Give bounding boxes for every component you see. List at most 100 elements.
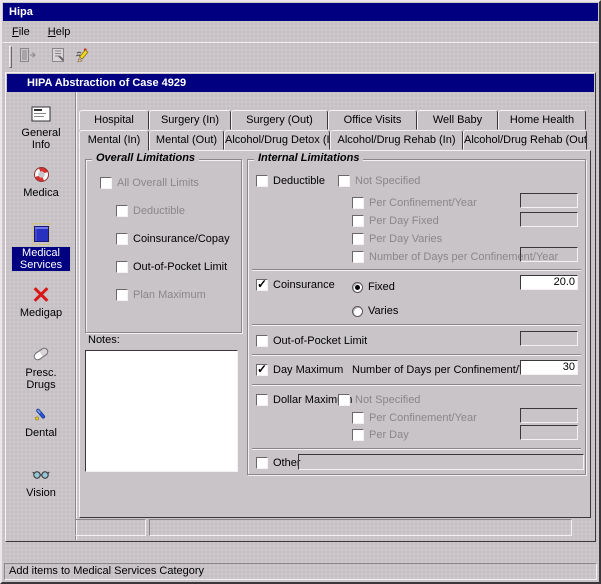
sidebar-item-label: Vision bbox=[12, 487, 70, 499]
sidebar-item-medica[interactable]: Medica bbox=[7, 164, 75, 224]
capsule-icon bbox=[33, 344, 49, 364]
varies-radio[interactable] bbox=[352, 306, 363, 317]
dollar-per-day-checkbox[interactable] bbox=[352, 429, 364, 441]
all-overall-limits-row: All Overall Limits bbox=[100, 176, 199, 190]
tab-alcohol-drug-rehab-in[interactable]: Alcohol/Drug Rehab (In) bbox=[330, 130, 463, 150]
form-icon bbox=[50, 47, 66, 66]
oop-limit-field[interactable] bbox=[520, 331, 578, 346]
menu-help[interactable]: Help bbox=[39, 24, 80, 40]
other-checkbox[interactable] bbox=[256, 457, 268, 469]
overall-limitations-group: Overall Limitations All Overall Limits D… bbox=[85, 159, 242, 333]
toolbar-grip[interactable] bbox=[9, 46, 12, 68]
category-sidebar: General Info Medica Medical Services Med… bbox=[7, 92, 75, 540]
coinsurance-checkbox[interactable] bbox=[256, 279, 268, 291]
tab-well-baby[interactable]: Well Baby bbox=[417, 110, 498, 130]
other-row: Other bbox=[256, 456, 301, 470]
separator bbox=[252, 448, 581, 450]
app-window: Hipa File Help bbox=[0, 0, 601, 584]
sidebar-item-label: Medica bbox=[12, 187, 70, 199]
dollar-not-specified-checkbox[interactable] bbox=[338, 394, 350, 406]
write-hand-icon bbox=[74, 47, 90, 66]
internal-oop-checkbox[interactable] bbox=[256, 335, 268, 347]
per-confinement-year-field[interactable] bbox=[520, 193, 578, 208]
tab-surgery-out[interactable]: Surgery (Out) bbox=[231, 110, 328, 130]
separator bbox=[252, 384, 581, 386]
num-days-checkbox[interactable] bbox=[352, 251, 364, 263]
per-day-fixed-row: Per Day Fixed bbox=[352, 214, 439, 228]
tab-surgery-in[interactable]: Surgery (In) bbox=[149, 110, 231, 130]
coinsurance-value-field[interactable]: 20.0 bbox=[520, 275, 578, 290]
sidebar-item-general-info[interactable]: General Info bbox=[7, 104, 75, 164]
other-field[interactable] bbox=[298, 454, 584, 470]
abstraction-titlebar[interactable]: HIPA Abstraction of Case 4929 bbox=[7, 74, 594, 92]
notes-textarea[interactable] bbox=[85, 350, 238, 472]
app-statusbar: Add items to Medical Services Category bbox=[4, 563, 597, 580]
internal-limitations-group: Internal Limitations Deductible Not Spec… bbox=[247, 159, 586, 475]
app-title: Hipa bbox=[9, 6, 33, 18]
num-days-field[interactable] bbox=[520, 247, 578, 262]
status-panel-small bbox=[75, 519, 146, 536]
plan-maximum-checkbox[interactable] bbox=[116, 289, 128, 301]
tab-mental-in[interactable]: Mental (In) bbox=[79, 130, 149, 151]
coinsurance-copay-row: Coinsurance/Copay bbox=[116, 232, 230, 246]
dollar-per-confinement-field[interactable] bbox=[520, 408, 578, 423]
sidebar-item-vision[interactable]: Vision bbox=[7, 464, 75, 524]
glasses-icon bbox=[32, 464, 50, 484]
tab-office-visits[interactable]: Office Visits bbox=[328, 110, 417, 130]
sidebar-item-label: Medical Services bbox=[12, 247, 70, 271]
dollar-maximum-checkbox[interactable] bbox=[256, 394, 268, 406]
tab-row-top: Hospital Surgery (In) Surgery (Out) Offi… bbox=[79, 110, 586, 130]
overall-oop-limit-checkbox[interactable] bbox=[116, 261, 128, 273]
sidebar-item-dental[interactable]: Dental bbox=[7, 404, 75, 464]
sidebar-item-label: General Info bbox=[12, 127, 70, 151]
sidebar-item-presc-drugs[interactable]: Presc. Drugs bbox=[7, 344, 75, 404]
tab-home-health[interactable]: Home Health bbox=[498, 110, 586, 130]
edit-button[interactable] bbox=[70, 45, 94, 69]
separator bbox=[252, 354, 581, 356]
exit-button[interactable] bbox=[16, 45, 40, 69]
per-day-varies-checkbox[interactable] bbox=[352, 233, 364, 245]
menu-file[interactable]: File bbox=[3, 24, 39, 40]
services-icon bbox=[34, 224, 49, 244]
separator bbox=[252, 269, 581, 271]
coinsurance-row: Coinsurance bbox=[256, 278, 335, 292]
plan-maximum-row: Plan Maximum bbox=[116, 288, 206, 302]
sidebar-item-label: Medigap bbox=[12, 307, 70, 319]
day-maximum-field-label: Number of Days per Confinement/Year bbox=[352, 363, 541, 377]
app-titlebar[interactable]: Hipa bbox=[3, 3, 598, 21]
abstraction-statusbar bbox=[75, 519, 572, 536]
tab-area: Hospital Surgery (In) Surgery (Out) Offi… bbox=[77, 92, 594, 540]
day-maximum-checkbox[interactable] bbox=[256, 364, 268, 376]
tab-hospital[interactable]: Hospital bbox=[79, 110, 149, 130]
coinsurance-varies-row: Varies bbox=[352, 304, 398, 318]
dollar-per-confinement-checkbox[interactable] bbox=[352, 412, 364, 424]
form-button[interactable] bbox=[46, 45, 70, 69]
sidebar-item-label: Presc. Drugs bbox=[12, 367, 70, 391]
abstraction-title: HIPA Abstraction of Case 4929 bbox=[27, 77, 186, 89]
general-info-icon bbox=[31, 104, 51, 124]
per-confinement-year-checkbox[interactable] bbox=[352, 197, 364, 209]
notes-label: Notes: bbox=[88, 334, 120, 346]
coinsurance-copay-checkbox[interactable] bbox=[116, 233, 128, 245]
internal-limitations-title: Internal Limitations bbox=[254, 152, 363, 164]
all-overall-limits-checkbox[interactable] bbox=[100, 177, 112, 189]
tab-mental-out[interactable]: Mental (Out) bbox=[149, 130, 224, 150]
internal-oop-row: Out-of-Pocket Limit bbox=[256, 334, 367, 348]
day-maximum-field[interactable]: 30 bbox=[520, 360, 578, 375]
abstraction-window: HIPA Abstraction of Case 4929 General In… bbox=[5, 72, 596, 542]
per-day-fixed-field[interactable] bbox=[520, 212, 578, 227]
tab-alcohol-drug-detox-in[interactable]: Alcohol/Drug Detox (In) bbox=[224, 130, 330, 150]
not-specified-row: Not Specified bbox=[338, 174, 420, 188]
sidebar-item-medical-services[interactable]: Medical Services bbox=[7, 224, 75, 284]
not-specified-checkbox[interactable] bbox=[338, 175, 350, 187]
dollar-per-confinement-row: Per Confinement/Year bbox=[352, 411, 477, 425]
overall-deductible-checkbox[interactable] bbox=[116, 205, 128, 217]
dollar-per-day-row: Per Day bbox=[352, 428, 409, 442]
sidebar-item-medigap[interactable]: Medigap bbox=[7, 284, 75, 344]
dollar-per-day-field[interactable] bbox=[520, 425, 578, 440]
internal-deductible-row: Deductible bbox=[256, 174, 325, 188]
fixed-radio[interactable] bbox=[352, 282, 363, 293]
per-day-fixed-checkbox[interactable] bbox=[352, 215, 364, 227]
tab-alcohol-drug-rehab-out[interactable]: Alcohol/Drug Rehab (Out) bbox=[463, 130, 587, 150]
internal-deductible-checkbox[interactable] bbox=[256, 175, 268, 187]
